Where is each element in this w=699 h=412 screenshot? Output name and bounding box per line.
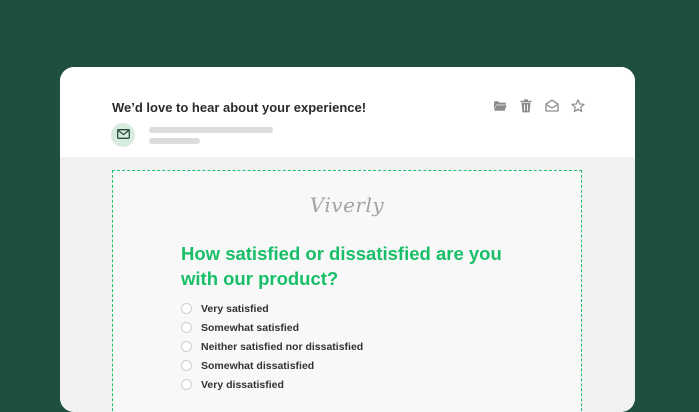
answer-options: Very satisfied Somewhat satisfied Neithe… [181, 299, 363, 394]
email-toolbar [492, 98, 585, 113]
option-label: Somewhat satisfied [201, 321, 300, 334]
radio-button[interactable] [181, 322, 192, 333]
trash-icon[interactable] [518, 98, 533, 113]
email-subject: We’d love to hear about your experience! [112, 100, 367, 115]
sender-avatar [111, 123, 135, 147]
embedded-survey: Viverly How satisfied or dissatisfied ar… [112, 170, 582, 412]
radio-button[interactable] [181, 303, 192, 314]
brand-logo: Viverly [309, 193, 385, 217]
radio-button[interactable] [181, 360, 192, 371]
radio-button[interactable] [181, 341, 192, 352]
option-neither[interactable]: Neither satisfied nor dissatisfied [181, 337, 363, 356]
option-label: Neither satisfied nor dissatisfied [201, 340, 364, 353]
option-somewhat-dissatisfied[interactable]: Somewhat dissatisfied [181, 356, 363, 375]
envelope-icon [116, 126, 130, 144]
email-body: Viverly How satisfied or dissatisfied ar… [60, 157, 635, 412]
option-very-satisfied[interactable]: Very satisfied [181, 299, 363, 318]
email-header: We’d love to hear about your experience! [60, 67, 635, 157]
option-label: Somewhat dissatisfied [201, 359, 315, 372]
option-somewhat-satisfied[interactable]: Somewhat satisfied [181, 318, 363, 337]
folder-icon[interactable] [492, 98, 507, 113]
star-icon[interactable] [570, 98, 585, 113]
radio-button[interactable] [181, 379, 192, 390]
survey-question: How satisfied or dissatisfied are you wi… [181, 243, 502, 289]
option-label: Very satisfied [201, 302, 269, 315]
option-label: Very dissatisfied [201, 378, 284, 391]
email-card: We’d love to hear about your experience! [60, 67, 635, 412]
option-very-dissatisfied[interactable]: Very dissatisfied [181, 375, 363, 394]
sender-email-placeholder [149, 138, 200, 144]
sender-name-placeholder [149, 127, 273, 133]
envelope-open-icon[interactable] [544, 98, 559, 113]
